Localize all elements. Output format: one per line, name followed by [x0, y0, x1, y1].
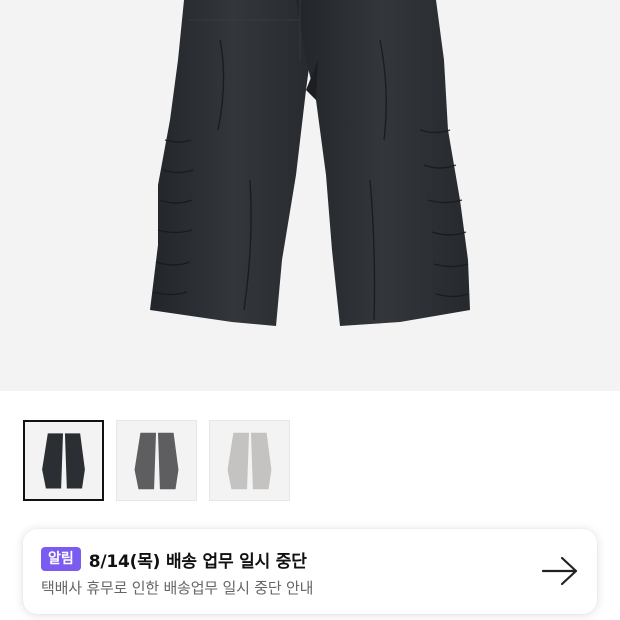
- cargo-pants-illustration: [150, 0, 470, 326]
- notice-title: 8/14(목) 배송 업무 일시 중단: [88, 551, 307, 572]
- product-main-image[interactable]: [0, 0, 620, 391]
- notice-subtitle: 택배사 휴무로 인한 배송업무 일시 중단 안내: [41, 579, 314, 597]
- light-gray-pants-thumbnail: [227, 432, 272, 490]
- notice-badge: 알림: [41, 547, 81, 571]
- arrow-right-icon[interactable]: [541, 555, 579, 587]
- thumbnail-light-gray[interactable]: [209, 420, 290, 501]
- thumbnail-gray[interactable]: [116, 420, 197, 501]
- black-pants-thumbnail: [42, 433, 85, 489]
- gray-pants-thumbnail: [134, 432, 179, 490]
- shipping-notice-card[interactable]: 알림 8/14(목) 배송 업무 일시 중단 택배사 휴무로 인한 배송업무 일…: [23, 529, 597, 614]
- thumbnail-black[interactable]: [23, 420, 104, 501]
- notice-header: 알림 8/14(목) 배송 업무 일시 중단: [41, 547, 307, 572]
